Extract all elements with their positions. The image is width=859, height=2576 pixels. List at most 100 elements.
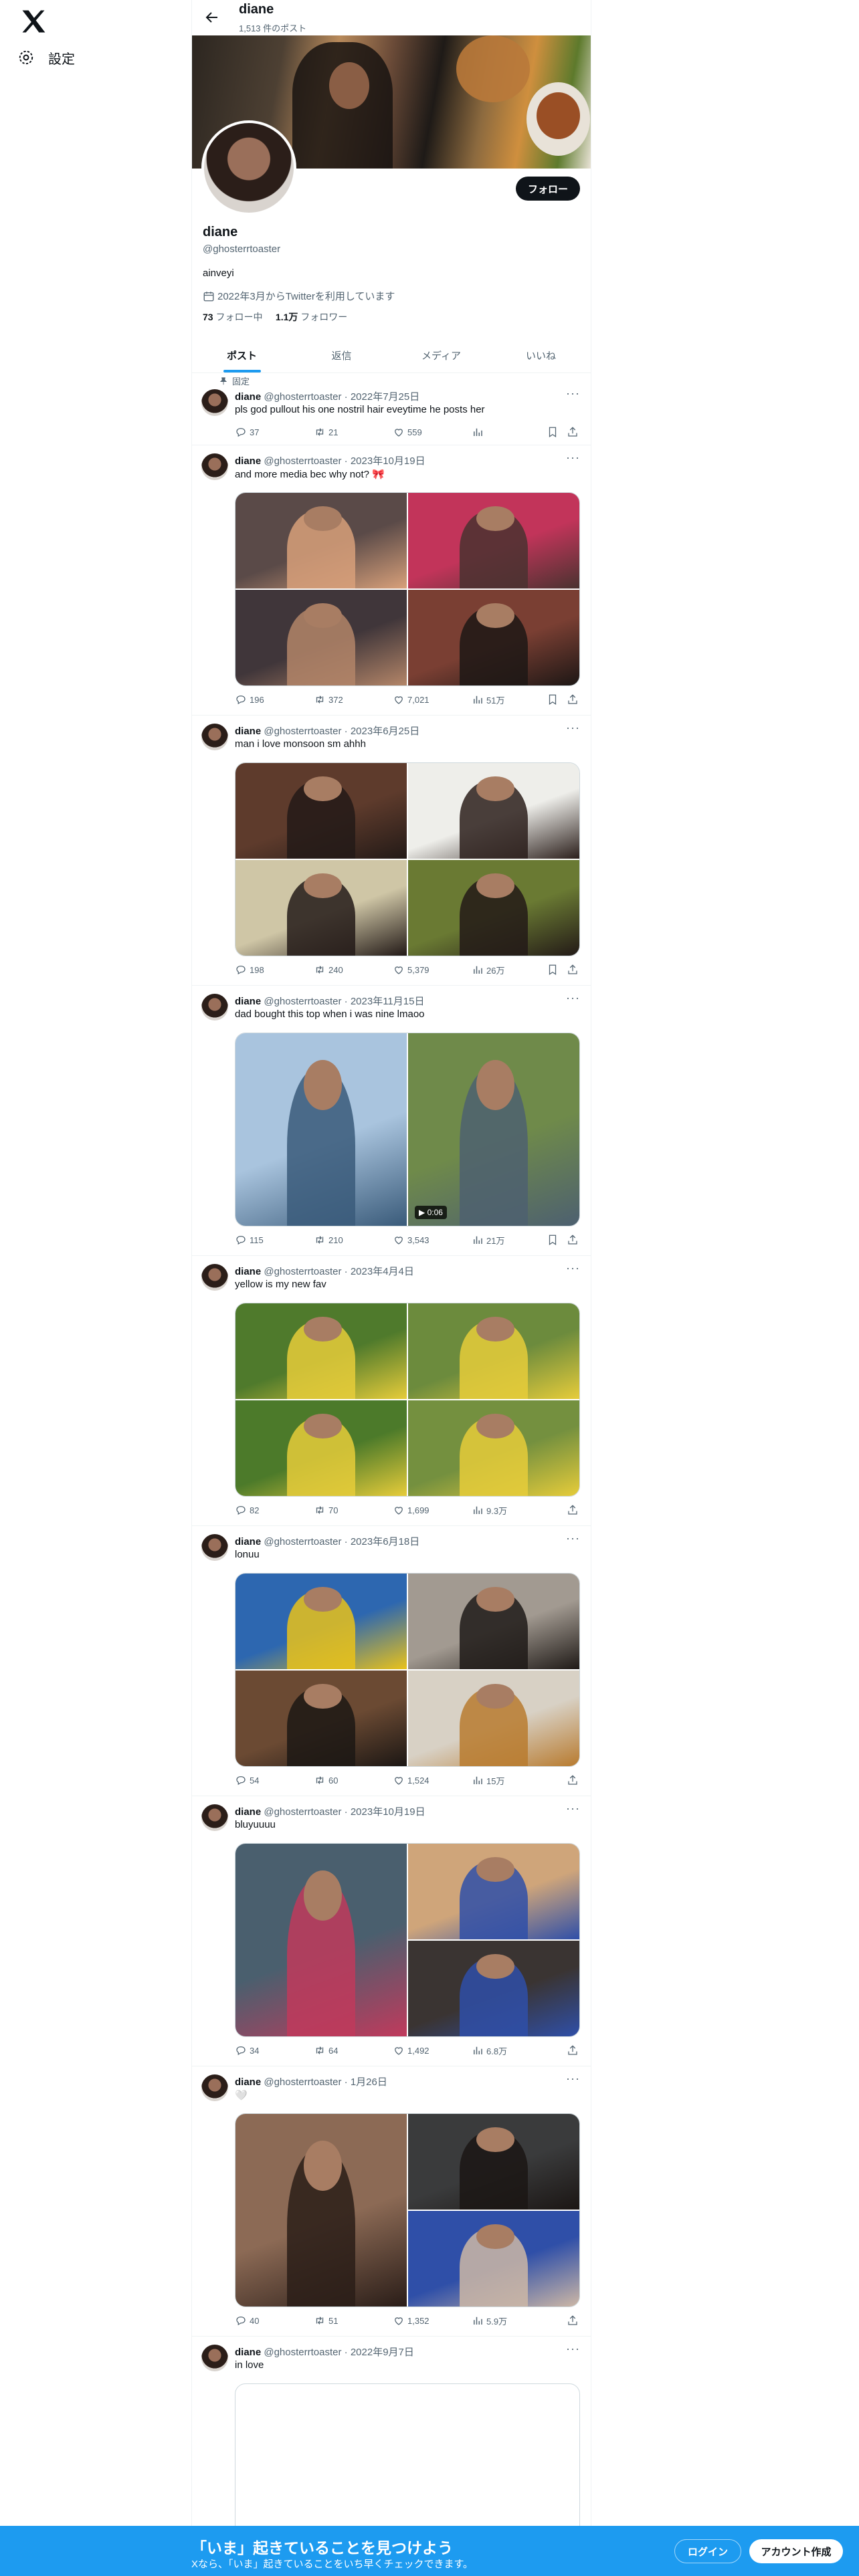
reply-button[interactable]: 198 bbox=[235, 962, 264, 978]
tweet[interactable]: diane @ghosterrtoaster · 2022年9月7日 ··· in … bbox=[192, 2338, 591, 2539]
tweet-photo[interactable] bbox=[235, 2114, 407, 2306]
like-button[interactable]: 559 bbox=[393, 424, 422, 440]
tweet-date[interactable]: 2022年7月25日 bbox=[351, 391, 419, 403]
like-button[interactable]: 1,524 bbox=[393, 1772, 430, 1788]
tweet-photo[interactable] bbox=[235, 1574, 407, 1669]
tab-posts[interactable]: ポスト bbox=[192, 338, 292, 372]
tweet-media[interactable] bbox=[235, 2113, 580, 2307]
tweet[interactable]: diane @ghosterrtoaster · 2023年6月25日 ··· ma… bbox=[192, 717, 591, 986]
tweet-media[interactable] bbox=[235, 2383, 580, 2539]
tweet-photo[interactable] bbox=[235, 1033, 407, 1226]
retweet-button[interactable]: 210 bbox=[314, 1232, 343, 1248]
reply-button[interactable]: 54 bbox=[235, 1772, 259, 1788]
tweet-author-name[interactable]: diane bbox=[235, 1266, 261, 1277]
views-button[interactable] bbox=[472, 424, 486, 440]
views-button[interactable]: 15万 bbox=[472, 1772, 504, 1788]
reply-button[interactable]: 82 bbox=[235, 1502, 259, 1518]
retweet-button[interactable]: 64 bbox=[314, 2042, 338, 2058]
tweet-author-handle[interactable]: @ghosterrtoaster bbox=[264, 1536, 341, 1547]
tweet-date[interactable]: 2023年11月15日 bbox=[351, 996, 425, 1007]
tweet-date[interactable]: 1月26日 bbox=[351, 2076, 387, 2088]
more-options-icon[interactable]: ··· bbox=[566, 721, 580, 735]
share-button[interactable] bbox=[567, 2313, 579, 2329]
tweet-author-name[interactable]: diane bbox=[235, 1536, 261, 1547]
tweet-author-name[interactable]: diane bbox=[235, 726, 261, 737]
tweet-author-name[interactable]: diane bbox=[235, 2347, 261, 2358]
views-button[interactable]: 51万 bbox=[472, 691, 504, 708]
tweet[interactable]: diane @ghosterrtoaster · 2023年11月15日 ··· d… bbox=[192, 987, 591, 1256]
tweet-avatar[interactable] bbox=[201, 994, 228, 1021]
tweet-avatar[interactable] bbox=[201, 1534, 228, 1561]
reply-button[interactable]: 196 bbox=[235, 691, 264, 708]
like-button[interactable]: 7,021 bbox=[393, 691, 430, 708]
tweet-photo[interactable] bbox=[235, 860, 407, 956]
tweet-media[interactable] bbox=[235, 1573, 580, 1767]
reply-button[interactable]: 34 bbox=[235, 2042, 259, 2058]
follow-button[interactable]: フォロー bbox=[516, 177, 580, 201]
tweet-photo[interactable] bbox=[235, 1303, 407, 1399]
retweet-button[interactable]: 70 bbox=[314, 1502, 338, 1518]
tweet-photo[interactable] bbox=[408, 2211, 579, 2306]
tweet-date[interactable]: 2023年6月18日 bbox=[351, 1536, 419, 1547]
login-button[interactable]: ログイン bbox=[674, 2539, 741, 2563]
signup-button[interactable]: アカウント作成 bbox=[749, 2539, 843, 2563]
tweet-author-handle[interactable]: @ghosterrtoaster bbox=[264, 455, 341, 467]
tweet-media[interactable] bbox=[235, 762, 580, 956]
tweet-avatar[interactable] bbox=[201, 2345, 228, 2371]
tweet[interactable]: diane @ghosterrtoaster · 1月26日 ··· 🤍 40 51 1,… bbox=[192, 2068, 591, 2337]
tweet-media[interactable] bbox=[235, 1303, 580, 1497]
share-button[interactable] bbox=[567, 691, 579, 708]
tweet-photo[interactable] bbox=[235, 763, 407, 859]
tweet-photo[interactable] bbox=[408, 2114, 579, 2210]
bookmark-button[interactable] bbox=[547, 691, 559, 708]
tweet-photo[interactable] bbox=[408, 1844, 579, 1939]
reply-button[interactable]: 37 bbox=[235, 424, 259, 440]
like-button[interactable]: 3,543 bbox=[393, 1232, 430, 1248]
tweet-date[interactable]: 2023年4月4日 bbox=[351, 1266, 414, 1277]
like-button[interactable]: 1,699 bbox=[393, 1502, 430, 1518]
tweet-photo[interactable] bbox=[235, 1844, 407, 2036]
tweet-avatar[interactable] bbox=[201, 389, 228, 416]
tweet-photo[interactable] bbox=[235, 1671, 407, 1766]
tweet-media[interactable]: ▶ 0:06 bbox=[235, 1033, 580, 1226]
like-button[interactable]: 1,352 bbox=[393, 2313, 430, 2329]
tweet-author-handle[interactable]: @ghosterrtoaster bbox=[264, 996, 341, 1007]
tweet-author-handle[interactable]: @ghosterrtoaster bbox=[264, 1266, 341, 1277]
share-button[interactable] bbox=[567, 424, 579, 440]
views-button[interactable]: 6.8万 bbox=[472, 2042, 507, 2058]
bookmark-button[interactable] bbox=[547, 1232, 559, 1248]
tweet-date[interactable]: 2022年9月7日 bbox=[351, 2347, 414, 2358]
views-button[interactable]: 5.9万 bbox=[472, 2313, 507, 2329]
more-options-icon[interactable]: ··· bbox=[566, 1802, 580, 1816]
tweet-media[interactable] bbox=[235, 492, 580, 686]
tweet-photo[interactable] bbox=[408, 860, 579, 956]
share-button[interactable] bbox=[567, 1502, 579, 1518]
tweet-photo[interactable] bbox=[235, 590, 407, 685]
tweet-author-name[interactable]: diane bbox=[235, 996, 261, 1007]
share-button[interactable] bbox=[567, 1772, 579, 1788]
x-logo-icon[interactable] bbox=[19, 7, 48, 36]
retweet-button[interactable]: 60 bbox=[314, 1772, 338, 1788]
tweet-photo[interactable]: ▶ 0:06 bbox=[408, 1033, 579, 1226]
tweet-author-handle[interactable]: @ghosterrtoaster bbox=[264, 391, 341, 403]
tweet-photo[interactable] bbox=[408, 1574, 579, 1669]
tweet-media[interactable] bbox=[235, 1843, 580, 2037]
views-button[interactable]: 9.3万 bbox=[472, 1502, 507, 1518]
share-button[interactable] bbox=[567, 2042, 579, 2058]
reply-button[interactable]: 40 bbox=[235, 2313, 259, 2329]
tweet-avatar[interactable] bbox=[201, 453, 228, 480]
tweet-author-handle[interactable]: @ghosterrtoaster bbox=[264, 2347, 341, 2358]
tweet-photo[interactable] bbox=[408, 590, 579, 685]
tweet-photo[interactable] bbox=[408, 1303, 579, 1399]
tweet[interactable]: diane @ghosterrtoaster · 2022年7月25日 ··· pl… bbox=[192, 383, 591, 445]
more-options-icon[interactable]: ··· bbox=[566, 991, 580, 1005]
tweet-author-name[interactable]: diane bbox=[235, 391, 261, 403]
tweet-author-name[interactable]: diane bbox=[235, 2076, 261, 2088]
reply-button[interactable]: 115 bbox=[235, 1232, 264, 1248]
tab-media[interactable]: メディア bbox=[391, 338, 491, 372]
tweet-date[interactable]: 2023年6月25日 bbox=[351, 726, 419, 737]
bookmark-button[interactable] bbox=[547, 424, 559, 440]
share-button[interactable] bbox=[567, 1232, 579, 1248]
tweet-author-name[interactable]: diane bbox=[235, 455, 261, 467]
tweet-date[interactable]: 2023年10月19日 bbox=[351, 455, 425, 467]
